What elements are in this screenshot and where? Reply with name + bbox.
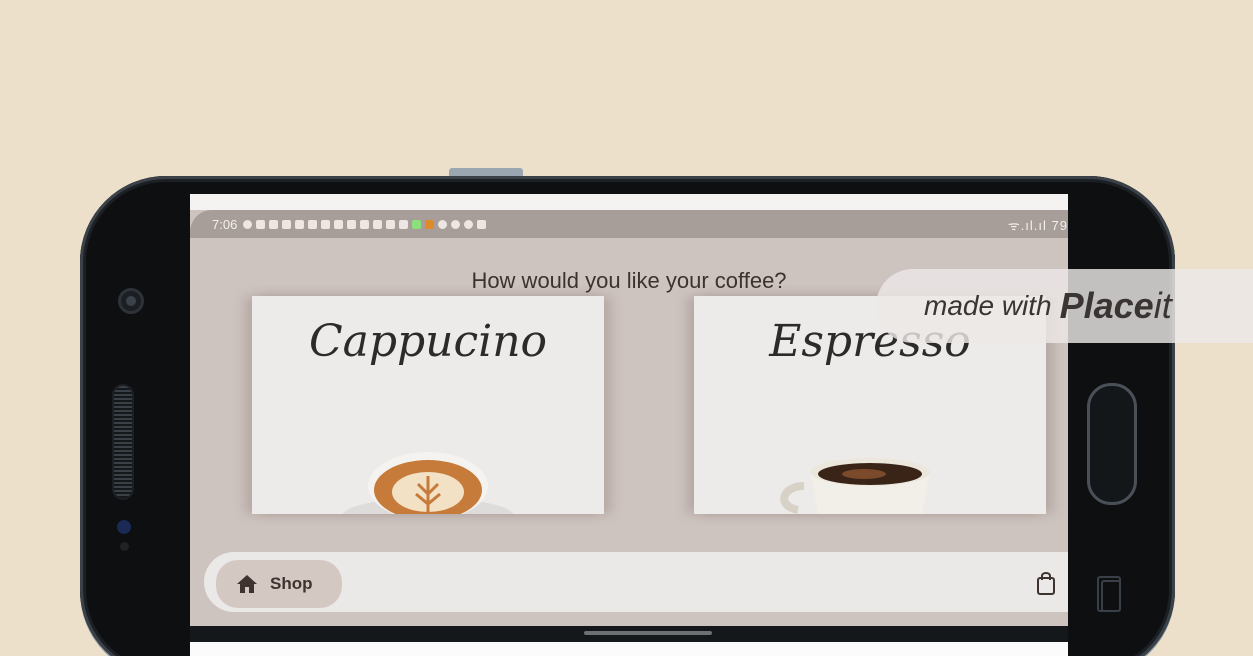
product-title: Cappucino (308, 316, 548, 367)
app-icon (412, 219, 422, 229)
espresso-image (780, 458, 930, 514)
gallery-icon (477, 219, 487, 229)
instagram-icon (360, 219, 370, 229)
sensor-dot (120, 542, 129, 551)
instagram-icon (373, 219, 383, 229)
snapchat-icon (295, 219, 305, 229)
shopping-bag-icon[interactable] (1036, 571, 1056, 595)
speaker-grille (114, 386, 132, 498)
signal-battery-status: ᯤ.ıl.ıl 79 (1007, 218, 1068, 233)
bottom-navigation: Shop (204, 552, 1068, 612)
recents-icon[interactable] (1097, 576, 1121, 612)
status-time: 7:06 (212, 216, 238, 232)
youtube-icon (386, 219, 396, 229)
notification-icons (243, 219, 487, 229)
gesture-handle[interactable] (584, 631, 712, 635)
screen-top-edge (190, 194, 1068, 210)
status-bar: 7:06 ᯤ.ıl.ıl 79 (190, 210, 1068, 238)
snapchat-icon (321, 219, 331, 229)
fan-icon (451, 219, 461, 229)
message-icon (334, 219, 344, 229)
app-icon (425, 219, 435, 229)
snapchat-icon (308, 219, 318, 229)
whatsapp-icon (243, 219, 253, 229)
placeit-watermark: made with Place it (876, 269, 1253, 343)
nav-shop-button[interactable]: Shop (216, 560, 342, 608)
watermark-brand: Place (1059, 285, 1154, 326)
instagram-icon (347, 219, 357, 229)
screen-bottom-edge (190, 642, 1068, 656)
settings-icon (438, 219, 448, 229)
snapchat-icon (256, 219, 266, 229)
camera-icon (118, 288, 144, 314)
snapchat-icon (282, 219, 292, 229)
product-card-cappucino[interactable]: Cappucino (252, 296, 604, 514)
cappuccino-image (342, 452, 514, 514)
snapchat-icon (269, 219, 279, 229)
sensor-icon (117, 520, 131, 534)
chrome-icon (464, 219, 474, 229)
home-icon (237, 575, 257, 593)
watermark-brand-suffix: it (1153, 285, 1172, 326)
watermark-prefix: made with (924, 290, 1052, 321)
nav-shop-label: Shop (270, 574, 313, 593)
app-screen: 7:06 ᯤ.ıl.ıl 79 How would you like your … (190, 194, 1068, 656)
instagram-icon (399, 219, 409, 229)
hardware-home-button[interactable] (1087, 383, 1137, 505)
